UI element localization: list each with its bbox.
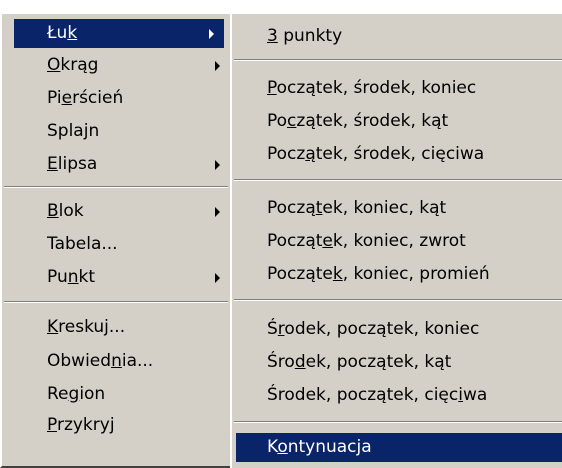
menu-separator [234, 59, 562, 61]
menu-item-blok[interactable]: Blok [2, 197, 230, 226]
submenu-arrow-icon [215, 273, 220, 283]
submenu-arrow-icon [215, 160, 220, 170]
submenu-arrow-icon [215, 61, 220, 71]
menu-item-tabela[interactable]: Tabela... [2, 230, 230, 259]
submenu-item-3-punkty[interactable]: 3 punkty [232, 22, 562, 51]
submenu-item-center-start-end[interactable]: Środek, początek, koniec [232, 315, 562, 344]
menu-item-label: Obwiednia... [47, 351, 154, 371]
menu-item-label: Przykryj [47, 415, 115, 435]
menu-item-splajn[interactable]: Splajn [2, 117, 230, 146]
submenu-item-start-end-direction[interactable]: Początek, koniec, zwrot [232, 227, 562, 256]
menu-item-label: Łuk [47, 23, 78, 43]
menu-item-label: Początek, środek, koniec [267, 78, 477, 98]
menu-item-label: Splajn [47, 121, 100, 141]
submenu-item-center-start-chord[interactable]: Środek, początek, cięciwa [232, 381, 562, 410]
submenu-item-center-start-angle[interactable]: Środek, początek, kąt [232, 348, 562, 377]
submenu-item-start-end-angle[interactable]: Początek, koniec, kąt [232, 194, 562, 223]
submenu-arrow-icon [209, 29, 214, 39]
menu-separator [234, 299, 562, 301]
menu-item-label: 3 punkty [267, 26, 343, 46]
menu-item-label: Początek, koniec, zwrot [267, 231, 466, 251]
menu-item-kreskuj[interactable]: Kreskuj... [2, 313, 230, 342]
submenu-item-start-center-chord[interactable]: Początek, środek, cięciwa [232, 140, 562, 169]
menu-item-obwiednia[interactable]: Obwiednia... [2, 347, 230, 376]
menu-item-label: Blok [47, 201, 84, 221]
menu-item-region[interactable]: Region [2, 380, 230, 409]
menu-separator [4, 186, 228, 188]
menu-item-pierscien[interactable]: Pierścień [2, 84, 230, 113]
menu-item-okrag[interactable]: Okrąg [2, 51, 230, 80]
menu-separator [234, 179, 562, 181]
menu-item-label: Pierścień [47, 88, 124, 108]
submenu-arrow-icon [215, 207, 220, 217]
menu-item-przykryj[interactable]: Przykryj [2, 411, 230, 440]
menu-item-punkt[interactable]: Punkt [2, 263, 230, 292]
menu-item-label: Początek, koniec, kąt [267, 198, 447, 218]
menu-item-label: Kreskuj... [47, 317, 126, 337]
submenu-item-start-end-radius[interactable]: Początek, koniec, promień [232, 260, 562, 289]
submenu-item-start-center-end[interactable]: Początek, środek, koniec [232, 74, 562, 103]
menu-item-label: Środek, początek, kąt [267, 352, 452, 372]
menu-item-label: Początek, koniec, promień [267, 264, 490, 284]
menu-item-label: Tabela... [47, 234, 118, 254]
menu-item-luk[interactable]: Łuk [14, 19, 224, 48]
menu-item-label: Kontynuacja [267, 437, 372, 457]
menu-item-label: Elipsa [47, 154, 98, 174]
menu-item-label: Środek, początek, koniec [267, 319, 480, 339]
menu-item-elipsa[interactable]: Elipsa [2, 150, 230, 179]
menu-separator [234, 421, 562, 423]
menu-separator [4, 301, 228, 303]
menu-item-label: Region [47, 384, 106, 404]
submenu-item-kontynuacja[interactable]: Kontynuacja [236, 433, 562, 462]
menu-item-label: Początek, środek, kąt [267, 111, 449, 131]
menu-item-label: Początek, środek, cięciwa [267, 144, 485, 164]
submenu-item-start-center-angle[interactable]: Początek, środek, kąt [232, 107, 562, 136]
draw-menu: Łuk Okrąg Pierścień Splajn Elipsa Blok T… [0, 12, 232, 468]
menu-item-label: Okrąg [47, 55, 99, 75]
menu-item-label: Środek, początek, cięciwa [267, 385, 488, 405]
arc-submenu: 3 punkty Początek, środek, koniec Począt… [230, 12, 562, 468]
menu-item-label: Punkt [47, 267, 96, 287]
